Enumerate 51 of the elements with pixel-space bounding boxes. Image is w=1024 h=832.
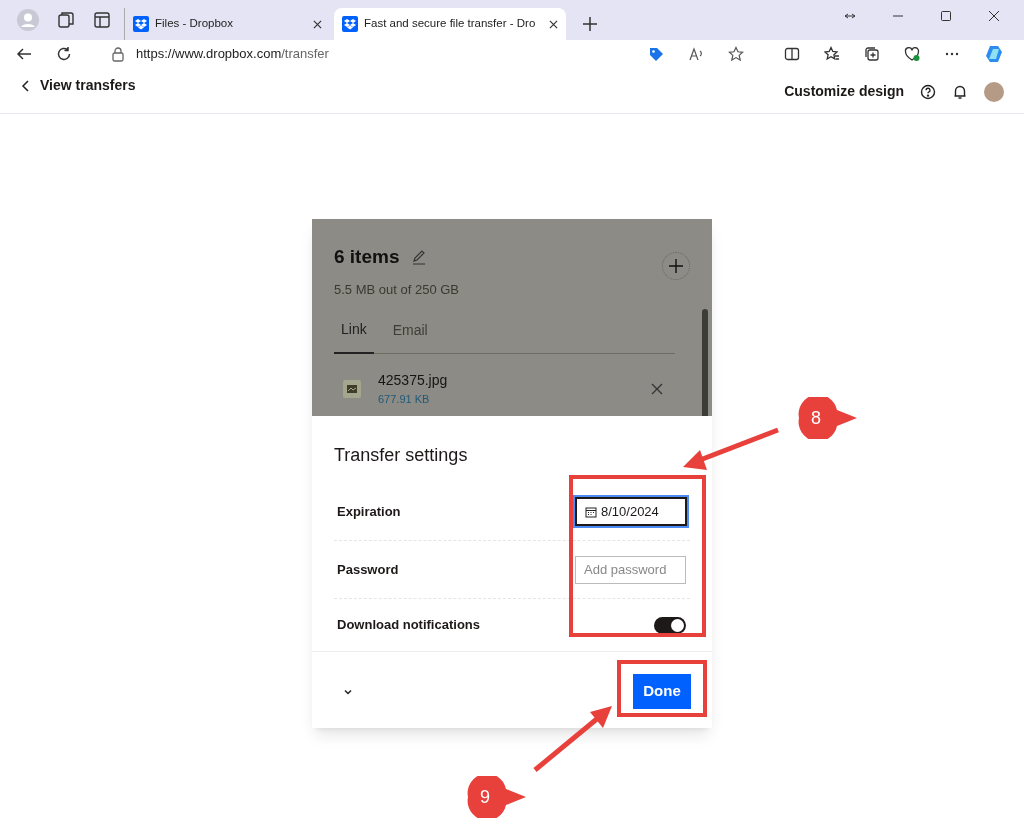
favorites-icon[interactable]	[824, 46, 840, 62]
tag-icon[interactable]	[648, 46, 664, 62]
file-size: 677.91 KB	[378, 392, 431, 407]
calendar-icon	[585, 505, 597, 518]
chevron-left-icon	[20, 79, 32, 92]
view-transfers-link[interactable]: View transfers	[20, 75, 136, 96]
url-field[interactable]: https://www.dropbox.com/transfer	[136, 44, 329, 64]
copilot-icon[interactable]	[984, 44, 1004, 64]
toggle-switch[interactable]	[654, 616, 686, 634]
new-tab-icon[interactable]	[582, 16, 598, 32]
setting-label: Password	[337, 560, 399, 579]
transfer-tab[interactable]: Link	[334, 315, 374, 354]
collections-icon[interactable]	[864, 46, 880, 62]
box-logo-icon	[342, 16, 358, 32]
maximize-icon[interactable]	[940, 10, 952, 22]
avatar[interactable]	[984, 81, 1004, 102]
vertical-tabs-icon[interactable]	[92, 10, 112, 30]
storage-usage: 5.5 MB out of 250 GB	[334, 280, 461, 299]
workspaces-icon[interactable]	[56, 10, 76, 30]
file-name: 425375.jpg	[378, 371, 448, 390]
step-marker: 8	[797, 397, 859, 439]
close-icon[interactable]	[313, 19, 322, 29]
split-screen-icon[interactable]	[784, 46, 800, 62]
password-field[interactable]: Add password	[575, 555, 686, 584]
close-icon[interactable]	[988, 10, 1000, 22]
image-file-icon	[342, 378, 362, 399]
setting-label: Download notifications	[337, 616, 480, 635]
heart-icon[interactable]	[904, 46, 920, 62]
date-field[interactable]: 8/10/2024	[575, 497, 687, 526]
dialog-title: Transfer settings	[333, 444, 469, 467]
customize-design-button[interactable]: Customize design	[784, 81, 904, 102]
plus-icon	[668, 258, 684, 274]
transfer-title: 6 items	[334, 245, 400, 269]
bell-icon[interactable]	[952, 83, 968, 100]
remove-icon[interactable]	[651, 382, 663, 395]
back-icon[interactable]	[16, 46, 32, 62]
lock-icon[interactable]	[112, 46, 124, 62]
pencil-icon[interactable]	[411, 249, 428, 266]
star-icon[interactable]	[728, 46, 744, 62]
done-button[interactable]: Done	[633, 674, 691, 709]
browser-tab[interactable]: Fast and secure file transfer - Dro	[334, 8, 566, 40]
tab-title: Fast and secure file transfer - Dro	[364, 16, 537, 32]
scrollbar[interactable]	[702, 309, 708, 416]
help-icon[interactable]	[920, 83, 936, 100]
tab-title: Files - Dropbox	[155, 16, 234, 32]
setting-label: Expiration	[337, 502, 401, 521]
close-icon[interactable]	[549, 19, 558, 29]
read-aloud-icon[interactable]	[688, 46, 704, 62]
refresh-icon[interactable]	[56, 46, 72, 62]
step-marker: 9	[466, 776, 528, 818]
box-logo-icon	[133, 16, 149, 32]
